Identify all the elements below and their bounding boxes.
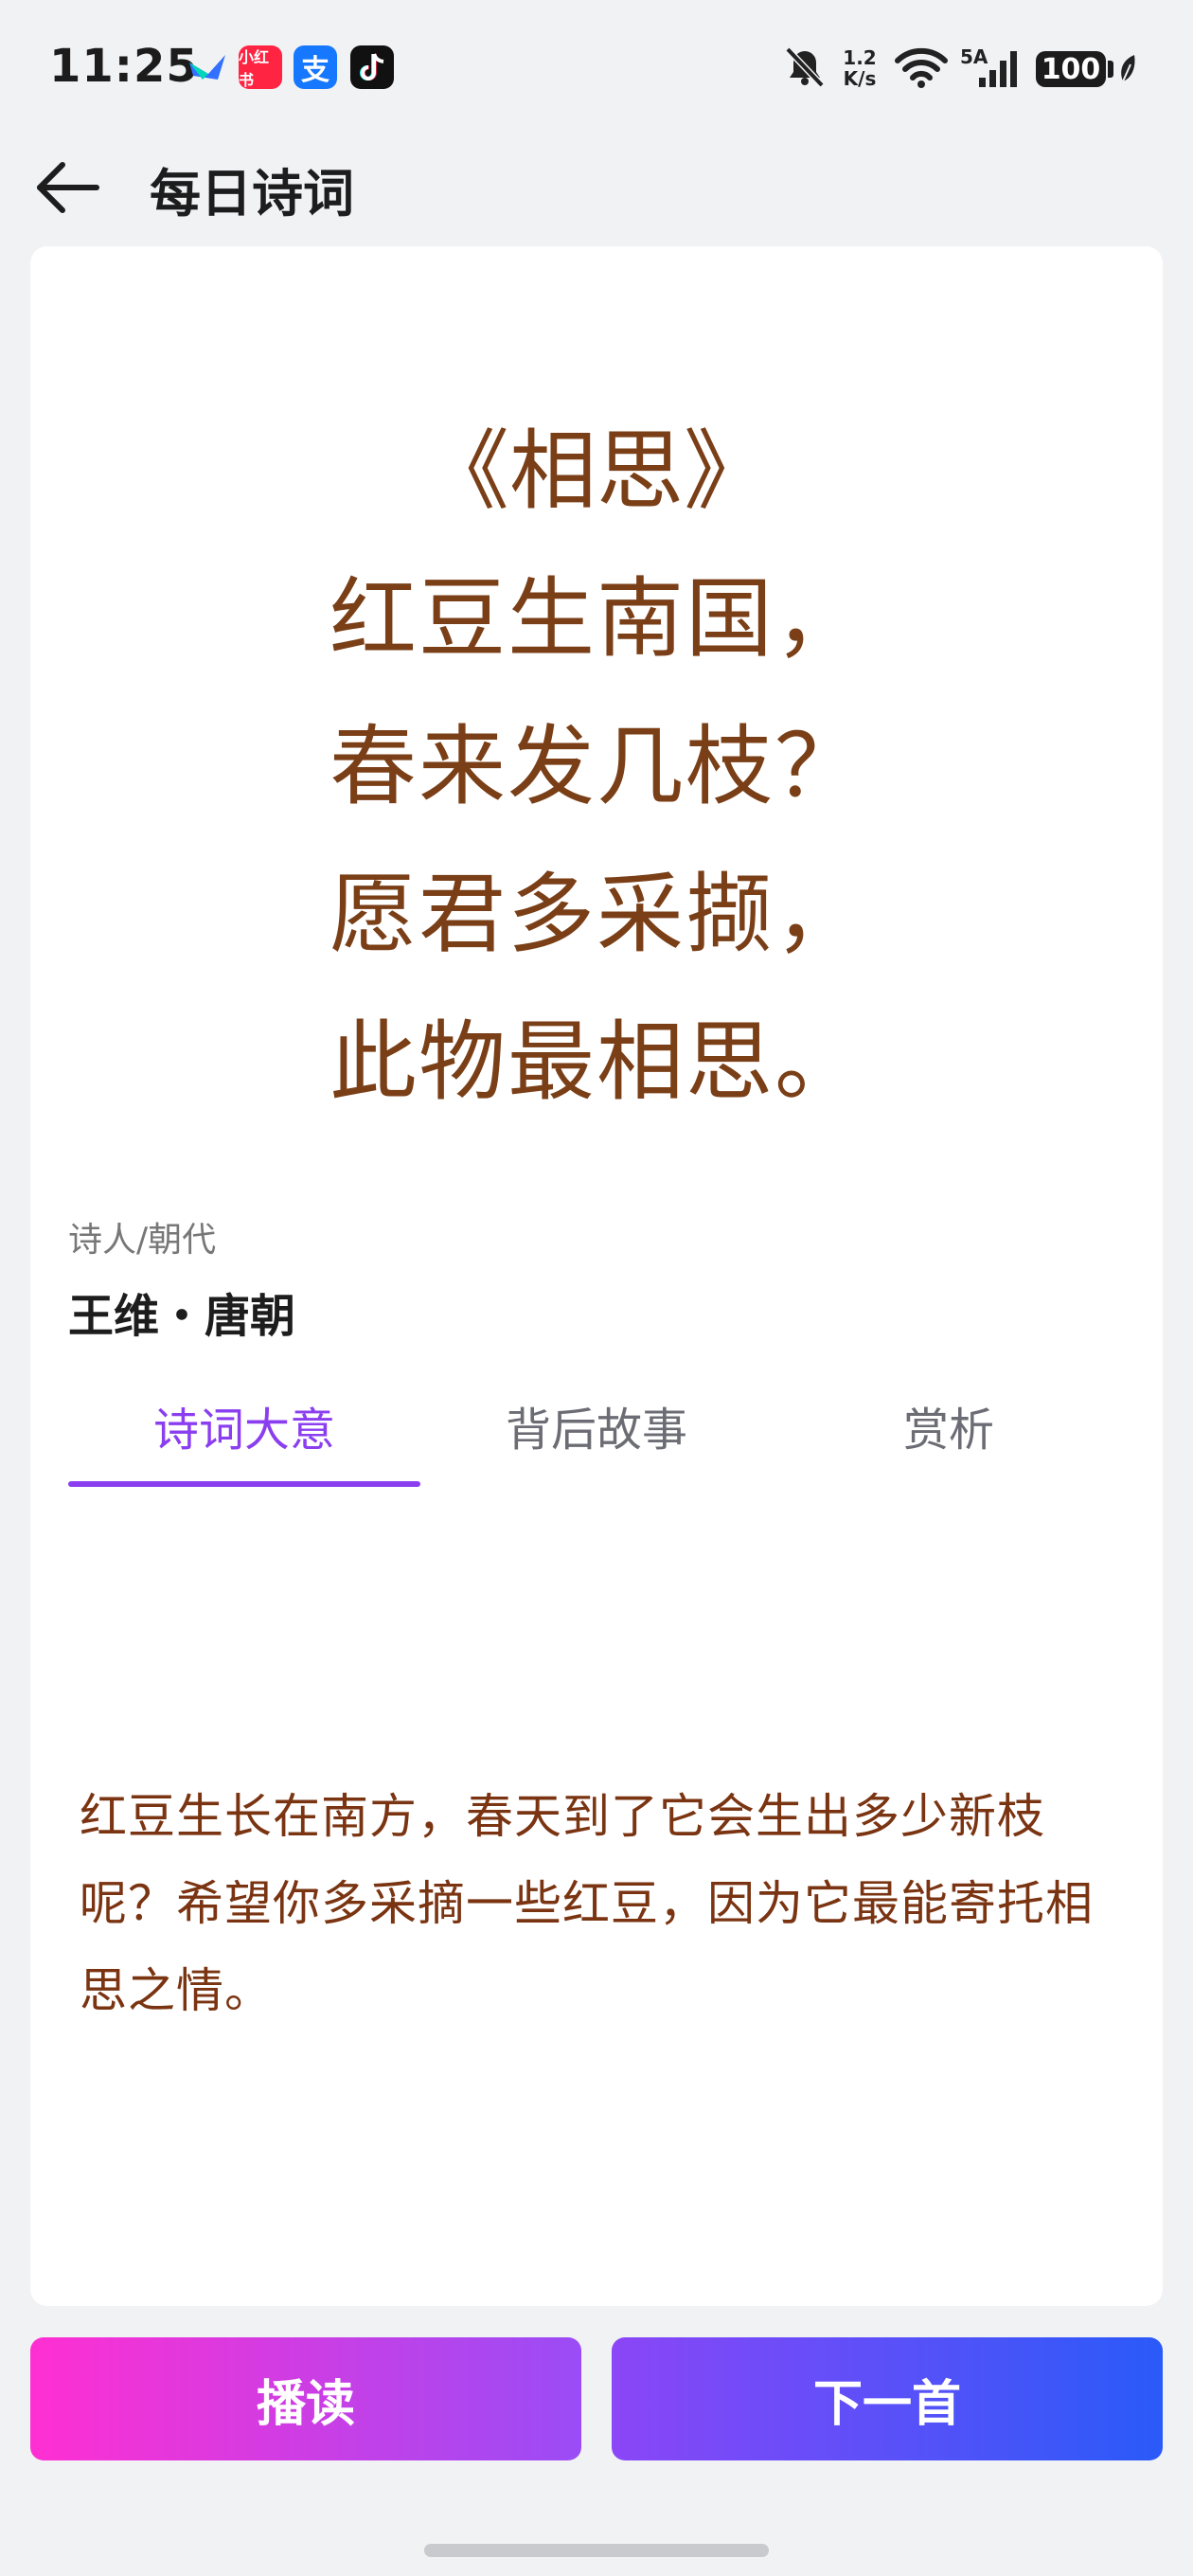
network-speed-value: 1.2 — [843, 46, 877, 69]
tab-meaning[interactable]: 诗词大意 — [68, 1364, 420, 1487]
battery-tip — [1108, 61, 1113, 78]
wifi-icon — [895, 47, 948, 88]
tab-story[interactable]: 背后故事 — [420, 1364, 773, 1487]
tab-story-label: 背后故事 — [505, 1404, 687, 1457]
alipay-app-icon: 支 — [294, 45, 337, 89]
poem-title: 《相思》 — [421, 420, 771, 522]
read-aloud-button[interactable]: 播读 — [30, 2337, 581, 2460]
poem-line-2: 春来发几枝？ — [329, 716, 864, 817]
status-time: 11:25 — [49, 40, 199, 93]
poem-card: 《相思》 红豆生南国， 春来发几枝？ 愿君多采撷， 此物最相思。 诗人/朝代 王… — [30, 246, 1163, 2306]
tiktok-app-icon — [350, 45, 394, 89]
tab-appreciation[interactable]: 赏析 — [773, 1364, 1125, 1487]
poem-line-1: 红豆生南国， — [329, 568, 864, 670]
poem-block: 《相思》 红豆生南国， 春来发几枝？ 愿君多采撷， 此物最相思。 — [30, 398, 1163, 1136]
tab-meaning-label: 诗词大意 — [152, 1404, 335, 1457]
author-value: 王维・唐朝 — [68, 1290, 296, 1343]
page-title: 每日诗词 — [150, 164, 354, 224]
tab-appreciation-label: 赏析 — [902, 1404, 994, 1457]
content-tabs: 诗词大意 背后故事 赏析 — [68, 1364, 1125, 1487]
network-speed-unit: K/s — [843, 67, 877, 90]
feishu-app-icon — [186, 45, 229, 89]
cellular-signal-icon — [979, 51, 1017, 87]
home-indicator[interactable] — [424, 2544, 769, 2557]
battery-indicator: 100 — [1036, 51, 1106, 87]
xiaohongshu-app-icon: 小红书 — [239, 45, 282, 89]
active-tab-indicator — [68, 1481, 420, 1487]
status-bar: 11:25 小红书 支 1.2 K/s 5A 100 — [0, 0, 1193, 142]
network-speed: 1.2 K/s — [839, 47, 881, 89]
poem-line-3: 愿君多采撷， — [329, 864, 864, 965]
author-label: 诗人/朝代 — [68, 1221, 217, 1260]
back-arrow-icon[interactable] — [34, 159, 102, 216]
poem-line-4: 此物最相思。 — [329, 1011, 864, 1113]
next-poem-button[interactable]: 下一首 — [612, 2337, 1163, 2460]
daily-poem-screen: 11:25 小红书 支 1.2 K/s 5A 100 每日诗词 《相思》 红豆生… — [0, 0, 1193, 2576]
poem-meaning-text: 红豆生长在南方，春天到了它会生出多少新枝呢？希望你多采摘一些红豆，因为它最能寄托… — [80, 1789, 1094, 2018]
leaf-icon — [1121, 55, 1135, 82]
mute-bell-icon — [785, 46, 825, 88]
